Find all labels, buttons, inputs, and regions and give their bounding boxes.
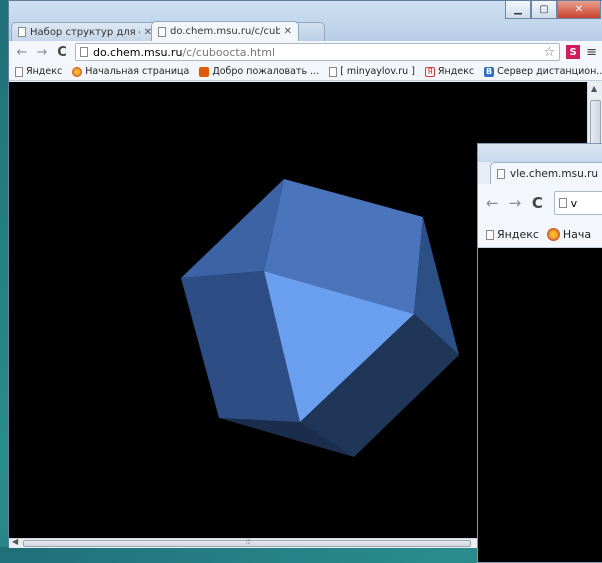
browser-window-secondary[interactable]: vle.chem.msu.ru ← → C v Яндекс Нача xyxy=(477,143,602,563)
address-bar[interactable]: do.chem.msu.ru /c/cuboocta.html ☆ xyxy=(75,43,561,61)
page-icon xyxy=(497,168,505,179)
bookmark-yandex[interactable]: Яндекс xyxy=(486,228,539,241)
bookmark-yandex[interactable]: Яндекс xyxy=(15,66,62,77)
bookmarks-bar: Яндекс Нача xyxy=(478,222,602,248)
tab-title: Набор структур для семи xyxy=(30,26,140,38)
page-icon xyxy=(80,47,88,57)
bookmark-label: [ minyaylov.ru ] xyxy=(340,66,415,77)
tab-cuboocta[interactable]: do.chem.msu.ru/c/cuboc ✕ xyxy=(151,21,299,41)
firefox-icon xyxy=(72,66,83,77)
navigation-toolbar: ← → C v xyxy=(478,184,602,222)
minimize-button[interactable]: ▁ xyxy=(505,1,531,19)
menu-icon[interactable]: ≡ xyxy=(586,45,597,60)
page-icon xyxy=(486,229,494,240)
tab-vle[interactable]: vle.chem.msu.ru xyxy=(490,162,602,184)
close-window-button[interactable]: ✕ xyxy=(557,1,601,19)
bookmark-label: Сервер дистанцион... xyxy=(497,66,602,77)
window-controls: ▁ ▢ ✕ xyxy=(505,1,601,19)
back-arrow-icon[interactable]: ← xyxy=(486,194,499,212)
page-icon xyxy=(18,27,26,37)
firefox-icon xyxy=(546,228,560,241)
page-icon xyxy=(15,66,23,77)
page-viewport[interactable] xyxy=(478,248,602,562)
page-icon xyxy=(158,26,166,37)
bookmark-start-page[interactable]: Начальная страница xyxy=(72,66,189,77)
bookmark-minyaylov[interactable]: [ minyaylov.ru ] xyxy=(329,66,415,77)
url-path: /c/cuboocta.html xyxy=(182,45,276,59)
reload-icon[interactable]: C xyxy=(531,194,543,212)
address-bar[interactable]: v xyxy=(553,191,602,215)
bookmark-label: Яндекс xyxy=(497,228,539,241)
tab-structures[interactable]: Набор структур для семи ✕ xyxy=(11,22,159,41)
bookmark-distance-server[interactable]: B Сервер дистанцион... xyxy=(484,66,602,77)
desktop-background: ▁ ▢ ✕ Набор структур для семи ✕ do.chem.… xyxy=(0,0,602,563)
tab-title: do.chem.msu.ru/c/cuboc xyxy=(170,26,280,37)
tab-close-icon[interactable]: ✕ xyxy=(284,26,292,37)
scroll-up-arrow-icon[interactable]: ▲ xyxy=(591,84,597,93)
title-bar: ▁ ▢ ✕ Набор структур для семи ✕ do.chem.… xyxy=(9,1,602,41)
extension-s-icon[interactable]: S xyxy=(566,45,581,59)
forward-arrow-icon[interactable]: → xyxy=(35,45,49,60)
scroll-left-arrow-icon[interactable]: ◀ xyxy=(12,537,18,546)
reload-icon[interactable]: C xyxy=(55,45,69,60)
bookmark-label: Добро пожаловать ... xyxy=(212,66,320,77)
tab-title: vle.chem.msu.ru xyxy=(510,167,599,180)
url-text: v xyxy=(570,196,578,210)
tab-strip: Набор структур для семи ✕ do.chem.msu.ru… xyxy=(11,21,325,41)
bookmarks-bar: Яндекс Начальная страница Добро пожалова… xyxy=(9,63,602,81)
navigation-toolbar: ← → C do.chem.msu.ru /c/cuboocta.html ☆ … xyxy=(9,41,602,63)
title-bar xyxy=(478,144,602,162)
maximize-button[interactable]: ▢ xyxy=(531,1,557,19)
orange-square-icon xyxy=(199,66,210,77)
back-arrow-icon[interactable]: ← xyxy=(15,45,29,60)
page-icon xyxy=(329,66,338,77)
bookmark-star-icon[interactable]: ☆ xyxy=(543,45,555,60)
yandex-icon: Я xyxy=(424,66,435,77)
bookmark-label: Нача xyxy=(562,228,592,241)
bookmark-label: Начальная страница xyxy=(85,66,190,77)
url-host: do.chem.msu.ru xyxy=(93,45,183,59)
blue-b-icon: B xyxy=(484,66,495,77)
forward-arrow-icon[interactable]: → xyxy=(509,194,522,212)
horizontal-scroll-thumb[interactable]: ⦙⦙⦙ xyxy=(23,538,471,547)
bookmark-label: Яндекс xyxy=(26,66,63,77)
bookmark-yandex-2[interactable]: Я Яндекс xyxy=(424,66,475,77)
bookmark-start-page[interactable]: Нача xyxy=(546,228,592,241)
page-icon xyxy=(558,198,567,208)
scroll-grip-icon: ⦙⦙⦙ xyxy=(246,538,251,546)
bookmark-label: Яндекс xyxy=(437,66,475,77)
bookmark-welcome[interactable]: Добро пожаловать ... xyxy=(199,66,319,77)
